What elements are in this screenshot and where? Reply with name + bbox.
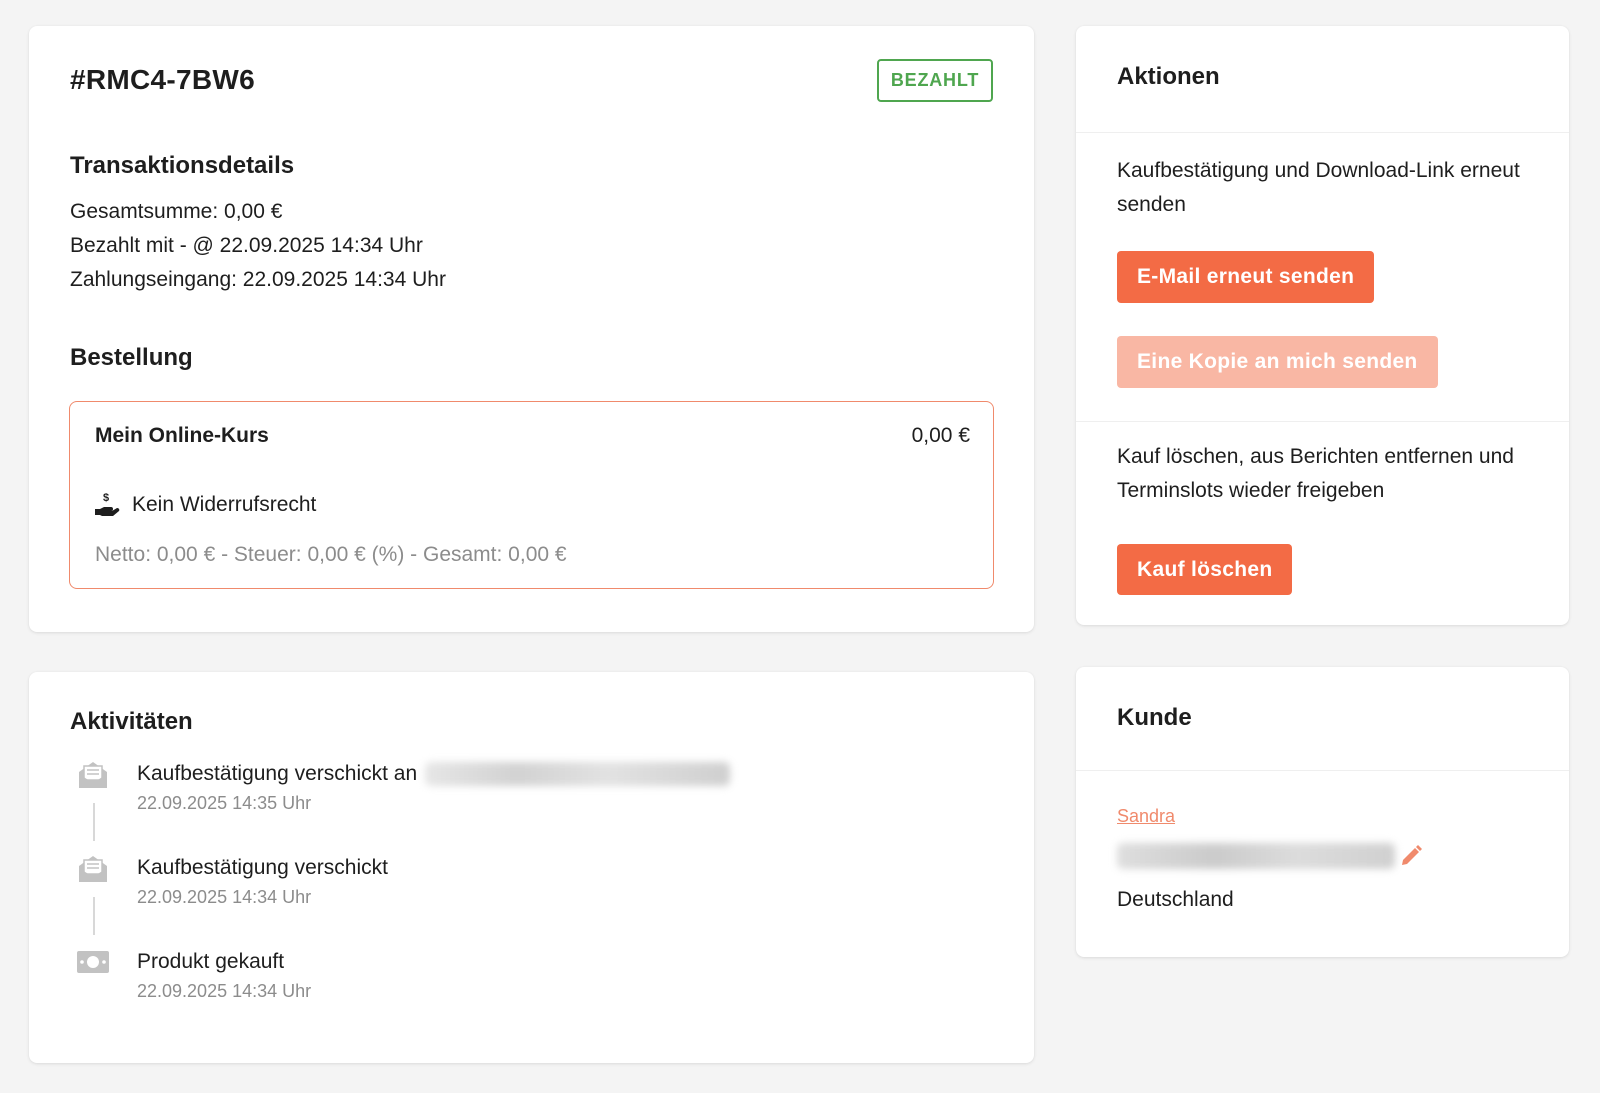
customer-card: Kunde Sandra Deutschland — [1076, 667, 1569, 957]
total-line: Gesamtsumme: 0,00 € — [70, 200, 283, 223]
activity-time: 22.09.2025 14:34 Uhr — [137, 981, 312, 1001]
envelope-open-icon — [75, 854, 111, 888]
actions-heading: Aktionen — [1117, 63, 1220, 90]
banknote-icon — [75, 950, 111, 984]
activities-card: Aktivitäten Kaufbestätigung verschickt a… — [29, 672, 1034, 1063]
resend-description: Kaufbestätigung und Download-Link erneut… — [1117, 159, 1520, 216]
redacted-email — [1117, 843, 1395, 869]
customer-country: Deutschland — [1117, 888, 1234, 911]
redacted-email — [425, 762, 731, 786]
withdrawal-text: Kein Widerrufsrecht — [132, 493, 317, 516]
transaction-details-heading: Transaktionsdetails — [70, 152, 295, 179]
hand-money-icon: $ — [95, 492, 120, 516]
activity-title: Kaufbestätigung verschickt — [137, 856, 388, 879]
activity-time: 22.09.2025 14:34 Uhr — [137, 887, 312, 907]
resend-email-button[interactable]: E-Mail erneut senden — [1117, 251, 1375, 303]
activity-item: Produkt gekauft 22.09.2025 14:34 Uhr — [29, 948, 1034, 1018]
actions-card: Aktionen Kaufbestätigung und Download-Li… — [1076, 26, 1569, 625]
activities-heading: Aktivitäten — [70, 708, 193, 735]
activity-item: Kaufbestätigung verschickt 22.09.2025 14… — [29, 854, 1034, 924]
customer-name-link[interactable]: Sandra — [1117, 806, 1175, 827]
payment-received-line: Zahlungseingang: 22.09.2025 14:34 Uhr — [70, 268, 446, 291]
activity-time: 22.09.2025 14:35 Uhr — [137, 793, 312, 813]
divider — [1076, 132, 1569, 133]
withdrawal-row: $ Kein Widerrufsrecht — [94, 492, 316, 518]
paid-with-line: Bezahlt mit - @ 22.09.2025 14:34 Uhr — [70, 234, 423, 257]
send-copy-button[interactable]: Eine Kopie an mich senden — [1117, 336, 1438, 388]
order-id: #RMC4-7BW6 — [70, 64, 256, 95]
delete-purchase-button[interactable]: Kauf löschen — [1117, 544, 1293, 595]
order-card: #RMC4-7BW6 BEZAHLT Transaktionsdetails G… — [29, 26, 1034, 632]
envelope-open-icon — [75, 760, 111, 794]
activity-title: Kaufbestätigung verschickt an — [137, 762, 731, 786]
item-price: 0,00 € — [911, 424, 970, 447]
item-price-breakdown: Netto: 0,00 € - Steuer: 0,00 € (%) - Ges… — [95, 543, 567, 566]
activity-title-text: Kaufbestätigung verschickt an — [137, 762, 418, 785]
item-name: Mein Online-Kurs — [95, 424, 269, 447]
order-item: Mein Online-Kurs 0,00 € $ Kein Widerrufs… — [69, 401, 994, 589]
customer-heading: Kunde — [1117, 704, 1192, 731]
activity-title: Produkt gekauft — [137, 950, 285, 973]
delete-description: Kauf löschen, aus Berichten entfernen un… — [1117, 445, 1514, 502]
divider — [1076, 421, 1569, 422]
order-heading: Bestellung — [70, 344, 193, 371]
activity-item: Kaufbestätigung verschickt an 22.09.2025… — [29, 760, 1034, 830]
divider — [1076, 770, 1569, 771]
svg-text:$: $ — [103, 492, 109, 504]
status-badge: BEZAHLT — [877, 59, 993, 102]
customer-email-row — [1117, 843, 1423, 869]
pencil-icon[interactable] — [1399, 844, 1423, 868]
